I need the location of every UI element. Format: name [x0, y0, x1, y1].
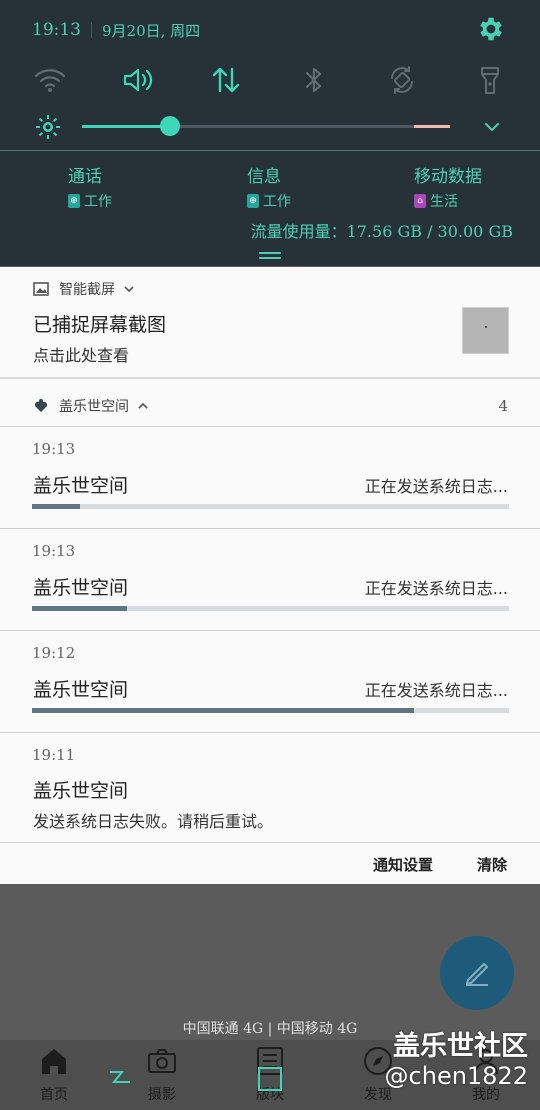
- clear-button[interactable]: 清除: [477, 854, 507, 875]
- nav-label: 摄影: [148, 1087, 176, 1103]
- nav-home[interactable]: 首页: [14, 1040, 94, 1110]
- flashlight-icon: [481, 67, 499, 94]
- galaxy-community-icon: [33, 398, 49, 414]
- sim-card-label: 工作: [84, 194, 112, 210]
- notification-time: 19:12: [32, 644, 76, 662]
- sim-mobile-data[interactable]: 移动数据 ⌂ 生活: [414, 162, 482, 211]
- notification-time: 19:13: [32, 440, 76, 458]
- sim-card-label: 工作: [263, 194, 291, 210]
- divider: [91, 22, 92, 38]
- bluetooth-icon: [305, 67, 322, 93]
- notification-text: 发送系统日志失败。请稍后重试。: [33, 812, 274, 831]
- gear-icon[interactable]: [476, 14, 506, 44]
- progress-bar: [32, 606, 509, 611]
- mobile-data-icon: [212, 67, 240, 93]
- auto-rotate-toggle[interactable]: [382, 60, 422, 100]
- notification-title: 盖乐世空间: [33, 780, 129, 802]
- image-icon: [33, 281, 49, 297]
- brightness-slider-thumb[interactable]: [160, 116, 181, 136]
- bluetooth-toggle[interactable]: [294, 60, 334, 100]
- notification-count: 4: [498, 397, 508, 415]
- progress-bar: [32, 708, 509, 713]
- chevron-down-icon[interactable]: [123, 284, 135, 294]
- sim-label: ⌂ 生活: [414, 191, 482, 211]
- sim-label: ⊕ 工作: [247, 191, 291, 211]
- sim-title: 信息: [247, 167, 281, 187]
- brightness-fill: [82, 125, 171, 128]
- chevron-down-icon[interactable]: [481, 116, 503, 138]
- nav-label: 首页: [40, 1087, 68, 1103]
- notification-item[interactable]: 19:13 盖乐世空间 正在发送系统日志...: [0, 427, 540, 528]
- app-name: 智能截屏: [59, 282, 115, 298]
- wifi-toggle[interactable]: [30, 60, 70, 100]
- notification-title: 已捕捉屏幕截图: [33, 314, 167, 336]
- data-usage: 流量使用量：17.56 GB / 30.00 GB: [250, 222, 513, 241]
- notification-status: 正在发送系统日志...: [364, 681, 508, 700]
- app-header: 盖乐世空间: [33, 396, 149, 416]
- notification-text: 点击此处查看: [33, 346, 130, 365]
- notification-item[interactable]: 19:13 盖乐世空间 正在发送系统日志...: [0, 529, 540, 630]
- panel-handle[interactable]: [259, 252, 281, 260]
- sound-icon: [123, 68, 153, 92]
- progress-fill: [32, 606, 128, 611]
- pencil-icon: [466, 963, 488, 986]
- group-header[interactable]: 盖乐世空间: [0, 379, 540, 426]
- flashlight-toggle[interactable]: [470, 60, 510, 100]
- quick-settings-panel: 19:13 9月20日, 周四 通话 ⊕ 工作 信息 ⊕ 工作 移动数据 ⌂ 生…: [0, 0, 540, 266]
- notification-title: 盖乐世空间: [33, 475, 129, 497]
- globe-icon: ⊕: [68, 194, 80, 208]
- app-name: 盖乐世空间: [59, 399, 129, 415]
- notification-status: 正在发送系统日志...: [364, 579, 508, 598]
- notification-item[interactable]: 19:12 盖乐世空间 正在发送系统日志...: [0, 631, 540, 732]
- sim-messages[interactable]: 信息 ⊕ 工作: [247, 162, 291, 211]
- sim-title: 移动数据: [414, 167, 482, 187]
- mobile-data-toggle[interactable]: [206, 60, 246, 100]
- pointer-trail-icon: [110, 1071, 130, 1083]
- auto-rotate-icon: [391, 66, 413, 94]
- progress-fill: [32, 708, 414, 713]
- status-bar: 19:13 9月20日, 周四: [32, 18, 200, 42]
- compose-fab[interactable]: [440, 936, 514, 1010]
- brightness-icon: [36, 115, 60, 139]
- notification-time: 19:11: [32, 746, 76, 764]
- sim-calls[interactable]: 通话 ⊕ 工作: [68, 162, 112, 211]
- notification-title: 盖乐世空间: [33, 679, 129, 701]
- screenshot-thumbnail[interactable]: [462, 307, 509, 354]
- sim-card-label: 生活: [430, 194, 458, 210]
- chevron-up-icon[interactable]: [137, 401, 149, 411]
- globe-icon: ⊕: [247, 194, 259, 208]
- sim-label: ⊕ 工作: [68, 191, 112, 211]
- brightness-auto-marker: [414, 125, 450, 128]
- clock: 19:13: [32, 20, 81, 40]
- square-overlay-icon: [258, 1067, 282, 1091]
- date: 9月20日, 周四: [102, 21, 201, 40]
- home-icon: [42, 1049, 66, 1074]
- nav-photography[interactable]: 摄影: [122, 1040, 202, 1110]
- progress-bar: [32, 504, 509, 509]
- app-header: 智能截屏: [33, 279, 135, 299]
- notification-status: 正在发送系统日志...: [364, 477, 508, 496]
- watermark-title: 盖乐世社区: [393, 1031, 528, 1062]
- notification-item[interactable]: 19:11 盖乐世空间 发送系统日志失败。请稍后重试。: [0, 733, 540, 843]
- progress-fill: [32, 504, 80, 509]
- screenshot-notification[interactable]: 智能截屏 已捕捉屏幕截图 点击此处查看: [0, 267, 540, 377]
- home-icon: ⌂: [414, 194, 426, 208]
- notification-actions: 通知设置 清除: [0, 843, 540, 884]
- notification-title: 盖乐世空间: [33, 577, 129, 599]
- notification-time: 19:13: [32, 542, 76, 560]
- sound-toggle[interactable]: [118, 60, 158, 100]
- sim-title: 通话: [68, 167, 102, 187]
- wifi-icon: [34, 69, 66, 92]
- camera-icon: [148, 1049, 176, 1073]
- notification-settings-button[interactable]: 通知设置: [373, 854, 433, 875]
- divider: [0, 150, 540, 151]
- watermark-user: @chen1822: [384, 1062, 528, 1090]
